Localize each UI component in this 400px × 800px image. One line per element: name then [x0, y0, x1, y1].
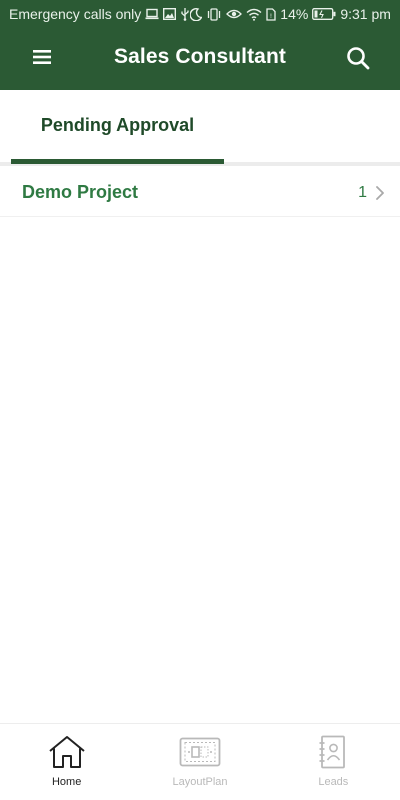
battery-icon: [312, 8, 336, 20]
nav-leads[interactable]: Leads: [267, 724, 400, 800]
layout-plan-icon: [179, 734, 221, 770]
carrier-text: Emergency calls only: [9, 6, 142, 22]
nav-home[interactable]: Home: [0, 724, 133, 800]
status-right: ! 14% 9:31 pm: [190, 6, 391, 22]
app-screen: Emergency calls only ! 14% 9:31 pm Sales…: [0, 0, 400, 800]
clock: 9:31 pm: [340, 6, 391, 22]
chevron-right-icon: [374, 185, 386, 201]
tab-label: Pending Approval: [40, 114, 195, 135]
app-bar: Sales Consultant: [0, 28, 400, 90]
laptop-icon: [145, 8, 159, 20]
nav-layoutplan[interactable]: LayoutPlan: [133, 724, 266, 800]
svg-text:!: !: [270, 13, 272, 20]
nav-label-leads: Leads: [318, 776, 349, 788]
contacts-book-icon: [318, 734, 348, 770]
status-bar: Emergency calls only ! 14% 9:31 pm: [0, 0, 400, 28]
pending-count: 1: [358, 184, 367, 201]
battery-percent: 14%: [280, 6, 309, 22]
list-item-demo-project[interactable]: Demo Project 1: [0, 170, 400, 217]
image-icon: [163, 8, 177, 20]
status-left: Emergency calls only: [9, 6, 190, 22]
sim-icon: !: [266, 7, 276, 21]
tab-pending-approval[interactable]: Pending Approval: [11, 90, 224, 164]
wifi-icon: [246, 8, 262, 21]
page-title: Sales Consultant: [114, 45, 286, 68]
tab-selected-indicator: [11, 159, 224, 164]
bottom-nav: Home LayoutPlan Leads: [0, 723, 400, 800]
moon-icon: [190, 7, 203, 21]
eye-icon: [226, 8, 243, 20]
nav-label-home: Home: [51, 776, 82, 788]
search-icon: [346, 46, 370, 75]
vibrate-icon: [206, 7, 222, 21]
tab-bar: Pending Approval: [0, 90, 400, 166]
nav-label-layoutplan: LayoutPlan: [172, 776, 228, 788]
project-list: Demo Project 1: [0, 170, 400, 217]
home-icon: [48, 734, 86, 770]
project-name: Demo Project: [22, 182, 139, 202]
search-button[interactable]: [343, 45, 373, 75]
usb-icon: [180, 7, 190, 21]
